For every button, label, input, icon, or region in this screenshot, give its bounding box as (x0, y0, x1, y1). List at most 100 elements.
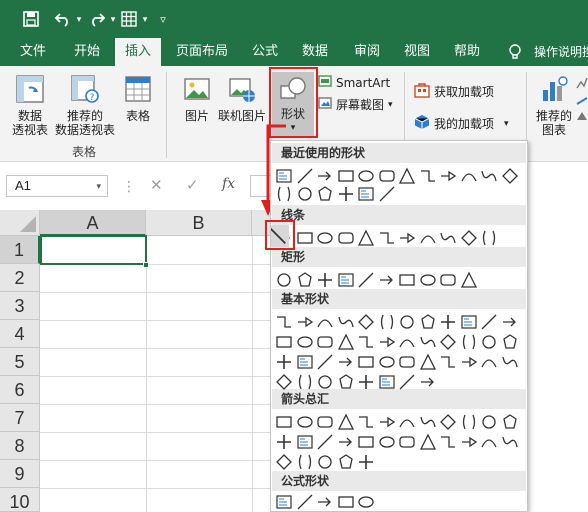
shape-option-icon[interactable] (398, 413, 416, 431)
insert-function-icon[interactable]: fx (222, 176, 235, 192)
pivot-table-button[interactable]: 数据 透视表 (10, 74, 50, 137)
shape-option-icon[interactable] (378, 167, 396, 185)
shape-option-icon[interactable] (296, 271, 314, 289)
table-button[interactable]: 表格 (118, 74, 158, 123)
table-dropdown-icon[interactable]: ▾ (140, 8, 150, 30)
shape-option-icon[interactable] (419, 313, 437, 331)
shape-option-icon[interactable] (337, 353, 355, 371)
shape-option-icon[interactable] (275, 185, 293, 203)
shape-option-icon[interactable] (296, 167, 314, 185)
customize-icon[interactable]: ▿ (156, 8, 170, 30)
tab-home[interactable]: 开始 (74, 38, 100, 66)
shape-option-icon[interactable] (357, 333, 375, 351)
row-header-6[interactable]: 6 (0, 376, 40, 404)
shape-option-icon[interactable] (460, 167, 478, 185)
shape-option-icon[interactable] (275, 271, 293, 289)
shape-option-icon[interactable] (460, 413, 478, 431)
shape-option-icon[interactable] (337, 271, 355, 289)
shape-option-icon[interactable] (357, 185, 375, 203)
shape-option-icon[interactable] (337, 167, 355, 185)
shape-option-icon[interactable] (296, 229, 314, 247)
tab-file[interactable]: 文件 (20, 38, 46, 66)
shape-option-icon[interactable] (398, 313, 416, 331)
shape-option-icon[interactable] (337, 333, 355, 351)
shape-option-icon[interactable] (439, 333, 457, 351)
shape-option-icon[interactable] (275, 313, 293, 331)
shape-option-icon[interactable] (480, 167, 498, 185)
tab-help[interactable]: 帮助 (454, 38, 480, 66)
shape-option-icon[interactable] (501, 333, 519, 351)
shape-option-icon[interactable] (419, 433, 437, 451)
shape-option-icon[interactable] (275, 433, 293, 451)
picture-button[interactable]: 图片 (180, 74, 214, 123)
shape-option-icon[interactable] (501, 413, 519, 431)
shape-option-icon[interactable] (296, 433, 314, 451)
shape-option-icon[interactable] (357, 453, 375, 471)
shape-option-icon[interactable] (316, 413, 334, 431)
undo-dropdown-icon[interactable]: ▾ (74, 8, 84, 30)
shape-option-icon[interactable] (296, 453, 314, 471)
get-addins-button[interactable]: 获取加载项 (414, 82, 494, 101)
shape-option-icon[interactable] (480, 413, 498, 431)
enter-icon[interactable]: ✓ (186, 176, 199, 194)
cancel-icon[interactable]: ✕ (150, 176, 163, 194)
shape-option-icon[interactable] (419, 353, 437, 371)
shape-option-icon[interactable] (316, 313, 334, 331)
shape-option-icon[interactable] (337, 453, 355, 471)
shape-option-icon[interactable] (357, 313, 375, 331)
row-header-7[interactable]: 7 (0, 404, 40, 432)
tab-view[interactable]: 视图 (404, 38, 430, 66)
shape-option-icon[interactable] (357, 493, 375, 511)
shape-option-icon[interactable] (501, 353, 519, 371)
shape-option-icon[interactable] (296, 493, 314, 511)
shape-option-icon[interactable] (316, 433, 334, 451)
shape-option-icon[interactable] (337, 313, 355, 331)
shape-option-icon[interactable] (460, 229, 478, 247)
online-picture-button[interactable]: 联机图片 (216, 74, 268, 123)
shape-option-icon[interactable] (460, 271, 478, 289)
shape-option-icon[interactable] (378, 373, 396, 391)
shape-option-icon[interactable] (439, 271, 457, 289)
column-header-b[interactable]: B (146, 210, 252, 236)
shape-option-icon[interactable] (460, 333, 478, 351)
row-header-10[interactable]: 10 (0, 488, 40, 512)
shape-option-icon[interactable] (439, 229, 457, 247)
shape-option-icon[interactable] (501, 167, 519, 185)
shape-option-icon[interactable] (357, 353, 375, 371)
shape-option-icon[interactable] (398, 433, 416, 451)
tab-formulas[interactable]: 公式 (252, 38, 278, 66)
shape-option-icon[interactable] (337, 413, 355, 431)
shape-option-icon[interactable] (357, 167, 375, 185)
shape-option-icon[interactable] (337, 433, 355, 451)
row-header-5[interactable]: 5 (0, 348, 40, 376)
shape-option-icon[interactable] (296, 313, 314, 331)
lightbulb-icon[interactable] (508, 38, 522, 66)
row-header-2[interactable]: 2 (0, 264, 40, 292)
shape-option-icon[interactable] (337, 185, 355, 203)
shape-option-icon[interactable] (275, 333, 293, 351)
shape-option-icon[interactable] (480, 229, 498, 247)
row-header-9[interactable]: 9 (0, 460, 40, 488)
shape-option-icon[interactable] (501, 433, 519, 451)
shape-option-icon[interactable] (316, 271, 334, 289)
shape-option-icon[interactable] (398, 353, 416, 371)
shape-option-icon[interactable] (419, 271, 437, 289)
shape-option-icon[interactable] (357, 373, 375, 391)
shape-option-icon[interactable] (357, 413, 375, 431)
shape-option-icon[interactable] (296, 333, 314, 351)
shape-option-icon[interactable] (378, 313, 396, 331)
recommended-charts-button[interactable]: 推荐的 图表 (534, 74, 574, 137)
shape-option-icon[interactable] (378, 185, 396, 203)
shape-option-icon[interactable] (460, 353, 478, 371)
shape-option-icon[interactable] (316, 167, 334, 185)
redo-dropdown-icon[interactable]: ▾ (108, 8, 118, 30)
shape-option-icon[interactable] (419, 167, 437, 185)
name-box[interactable]: A1 ▾ (6, 175, 108, 197)
shape-option-icon[interactable] (398, 229, 416, 247)
shape-option-icon[interactable] (378, 413, 396, 431)
shape-option-icon[interactable] (378, 229, 396, 247)
shape-option-icon[interactable] (357, 229, 375, 247)
shape-option-icon[interactable] (480, 313, 498, 331)
shape-option-icon[interactable] (419, 373, 437, 391)
shape-option-icon[interactable] (316, 185, 334, 203)
